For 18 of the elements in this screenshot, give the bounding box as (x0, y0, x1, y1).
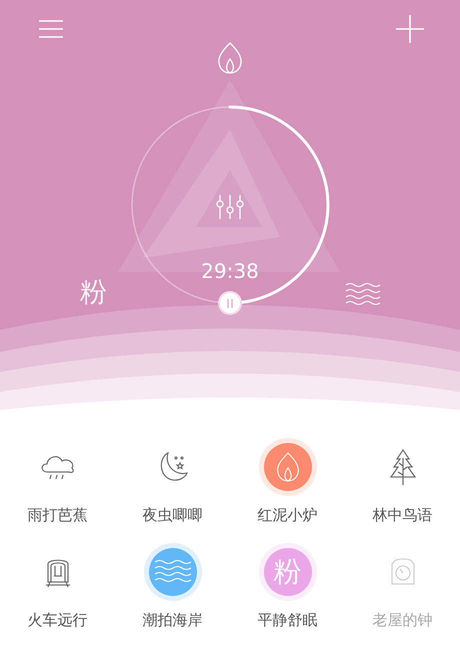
sound-glyph: 粉 (274, 557, 302, 587)
mixer-icon[interactable] (215, 194, 245, 220)
waves-icon[interactable] (345, 282, 381, 306)
flame-icon (274, 450, 300, 484)
sound-tile[interactable]: 粉 平静舒眠 (230, 543, 345, 631)
waves-icon (154, 559, 192, 585)
pause-icon (226, 298, 234, 308)
sound-tile[interactable]: 潮拍海岸 (115, 543, 230, 631)
sound-tile[interactable]: 火车远行 (0, 543, 115, 631)
menu-icon[interactable] (38, 19, 64, 39)
sound-tile[interactable]: 林中鸟语 (345, 438, 460, 526)
flame-icon[interactable] (216, 41, 244, 75)
sound-tile[interactable]: 红泥小炉 (230, 438, 345, 526)
timer-text: 29:38 (200, 258, 260, 284)
add-icon[interactable] (395, 14, 425, 44)
sound-tile[interactable]: 夜虫唧唧 (115, 438, 230, 526)
sound-tile[interactable]: 雨打芭蕉 (0, 438, 115, 526)
tree-icon (388, 448, 416, 486)
